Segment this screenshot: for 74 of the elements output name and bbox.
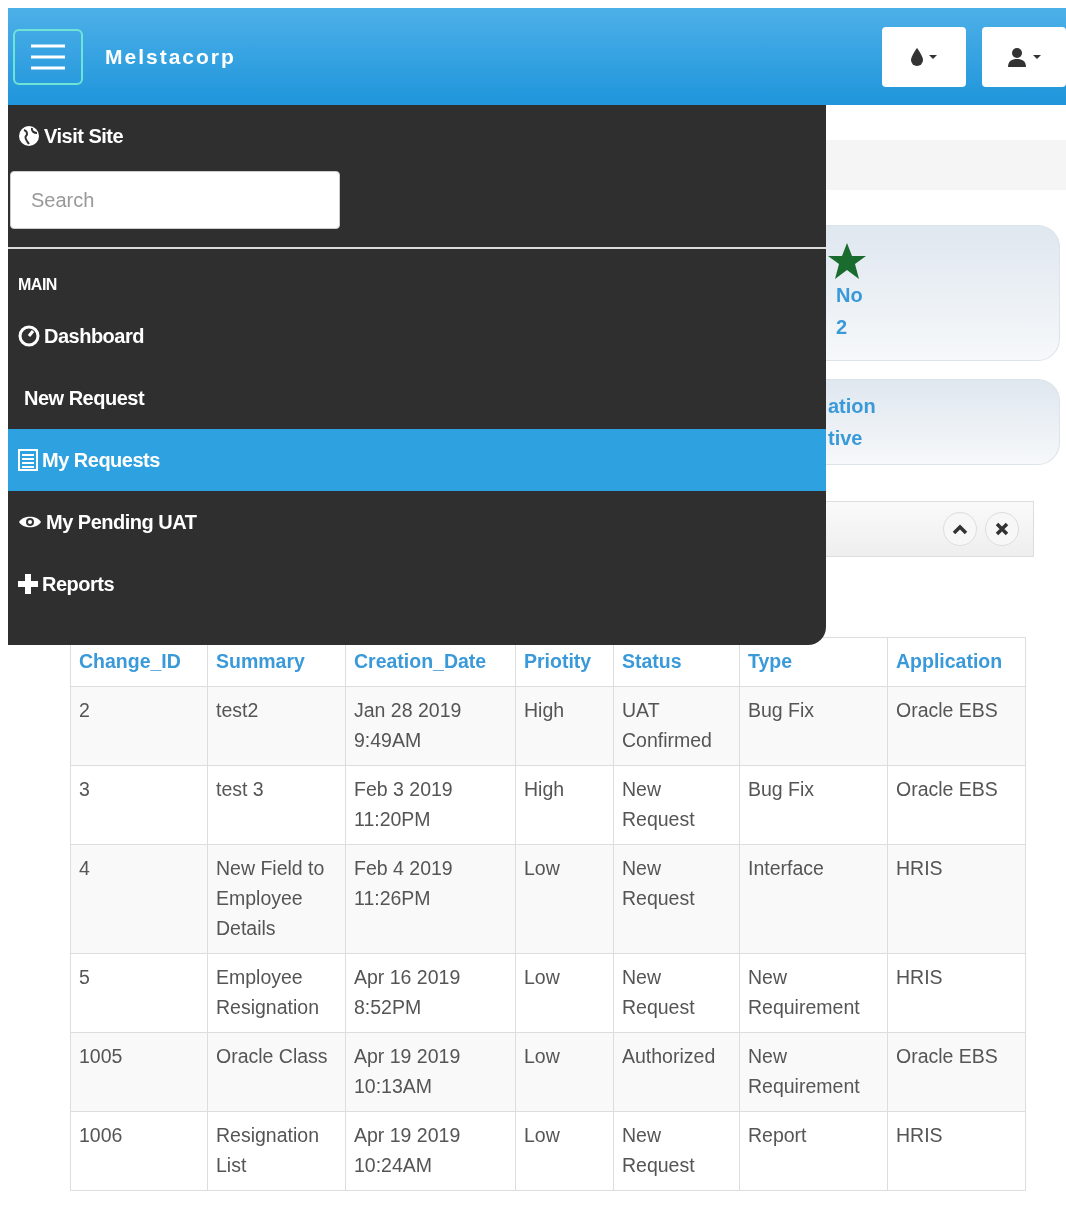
theme-menu-button[interactable] (882, 26, 966, 87)
card-value: 2 (836, 315, 848, 340)
table-cell: 1006 (70, 1111, 208, 1191)
table-cell: Employee Resignation (207, 953, 346, 1033)
table-cell: Apr 16 2019 8:52PM (345, 953, 516, 1033)
table-cell: High (515, 765, 614, 845)
star-icon (828, 243, 866, 279)
table-cell: HRIS (887, 1111, 1026, 1191)
table-cell: Jan 28 2019 9:49AM (345, 686, 516, 766)
table-cell: test2 (207, 686, 346, 766)
table-cell: New Request (613, 765, 740, 845)
user-menu-button[interactable] (982, 26, 1066, 87)
card-label: ation (828, 394, 876, 419)
gauge-icon (18, 325, 40, 347)
table-cell: 1005 (70, 1032, 208, 1112)
table-cell: Oracle EBS (887, 1032, 1026, 1112)
list-icon (18, 449, 38, 471)
eye-icon (18, 514, 42, 530)
visit-site-link[interactable]: Visit Site (8, 105, 826, 151)
card-value: tive (828, 426, 863, 451)
table-cell: Interface (739, 844, 888, 954)
chevron-up-icon (952, 524, 968, 534)
table-cell: Oracle Class (207, 1032, 346, 1112)
search-field[interactable]: Search (10, 171, 340, 229)
table-cell: 3 (70, 765, 208, 845)
table-cell: Oracle EBS (887, 765, 1026, 845)
plus-icon (18, 574, 38, 594)
table-cell: New Request (613, 1111, 740, 1191)
table-cell: Apr 19 2019 10:24AM (345, 1111, 516, 1191)
menu-item[interactable]: My Pending UAT (8, 491, 826, 553)
close-icon (995, 522, 1009, 536)
table-cell: Feb 3 2019 11:20PM (345, 765, 516, 845)
close-button[interactable] (985, 512, 1019, 546)
table-cell: Authorized (613, 1032, 740, 1112)
table-cell: New Request (613, 953, 740, 1033)
brand-name: Melstacorp (105, 43, 236, 70)
table-cell: test 3 (207, 765, 346, 845)
caret-icon (1033, 54, 1041, 59)
table-cell: 4 (70, 844, 208, 954)
caret-icon (929, 54, 937, 59)
section-heading: MAIN (17, 275, 58, 295)
collapse-button[interactable] (943, 512, 977, 546)
menu-item[interactable]: Dashboard (8, 305, 826, 367)
globe-icon (18, 125, 40, 147)
column-header[interactable]: Application (887, 637, 1026, 687)
droplet-icon (911, 47, 923, 66)
user-icon (1007, 46, 1027, 67)
table-cell: New Requirement (739, 953, 888, 1033)
menu-button[interactable] (13, 28, 83, 85)
card-label: No (836, 283, 863, 308)
table-cell: New Requirement (739, 1032, 888, 1112)
table-cell: Low (515, 1111, 614, 1191)
table-cell: 2 (70, 686, 208, 766)
table-cell: HRIS (887, 844, 1026, 954)
menu-item[interactable]: My Requests (8, 429, 826, 491)
menu-item[interactable]: New Request (8, 367, 826, 429)
table-cell: Oracle EBS (887, 686, 1026, 766)
table-cell: Bug Fix (739, 686, 888, 766)
table-cell: Report (739, 1111, 888, 1191)
table-cell: Bug Fix (739, 765, 888, 845)
table-cell: Low (515, 844, 614, 954)
table-cell: High (515, 686, 614, 766)
table-cell: Low (515, 953, 614, 1033)
table-cell: Apr 19 2019 10:13AM (345, 1032, 516, 1112)
table-cell: HRIS (887, 953, 1026, 1033)
table-cell: Low (515, 1032, 614, 1112)
menu-item[interactable]: Reports (8, 553, 826, 615)
table-cell: UAT Confirmed (613, 686, 740, 766)
menu-icon (31, 43, 65, 70)
table-cell: Resignation List (207, 1111, 346, 1191)
table-cell: Feb 4 2019 11:26PM (345, 844, 516, 954)
table-cell: New Field to Employee Details (207, 844, 346, 954)
table-cell: New Request (613, 844, 740, 954)
table-cell: 5 (70, 953, 208, 1033)
